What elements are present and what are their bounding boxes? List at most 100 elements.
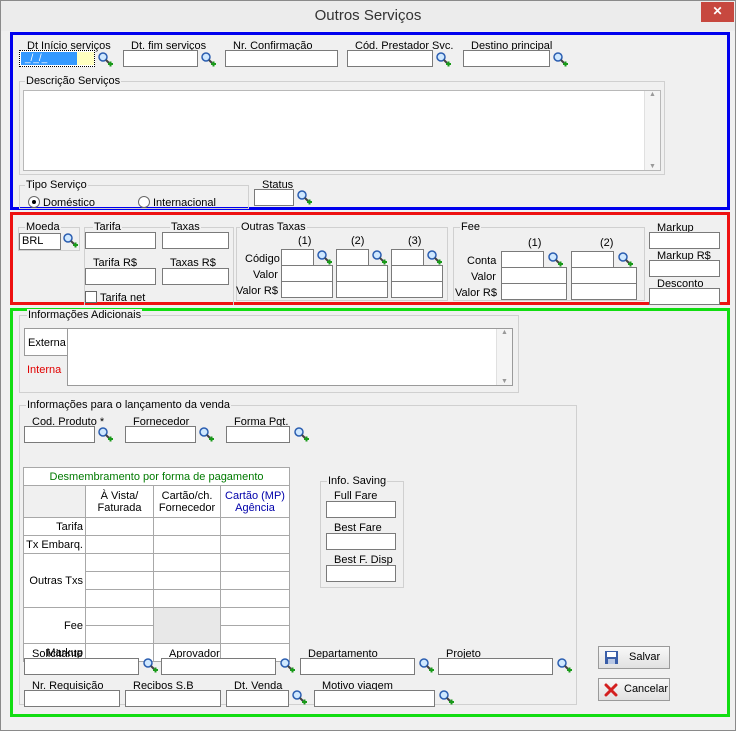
search-add-icon[interactable] bbox=[198, 426, 214, 442]
table-cell[interactable] bbox=[153, 535, 221, 554]
outras-codigo-1-input[interactable] bbox=[281, 249, 314, 266]
search-add-icon[interactable] bbox=[97, 51, 113, 67]
tab-externa[interactable]: Externa bbox=[24, 328, 68, 356]
nr-requisicao-input[interactable] bbox=[24, 690, 120, 707]
tab-interna[interactable]: Interna bbox=[24, 358, 68, 382]
motivo-viagem-input[interactable] bbox=[314, 690, 435, 707]
search-add-icon[interactable] bbox=[293, 426, 309, 442]
fee-valor-1-input[interactable] bbox=[501, 267, 567, 284]
search-add-icon[interactable] bbox=[418, 657, 434, 673]
full-fare-input[interactable] bbox=[326, 501, 396, 518]
outras-valor-rs-3-input[interactable] bbox=[391, 281, 443, 298]
outras-valor-rs-2-input[interactable] bbox=[336, 281, 388, 298]
tarifa-net-checkbox[interactable] bbox=[85, 291, 97, 303]
table-cell[interactable] bbox=[153, 517, 221, 536]
table-cell[interactable] bbox=[220, 535, 290, 554]
desconto-input[interactable] bbox=[649, 288, 720, 305]
fee-valor-2-input[interactable] bbox=[571, 267, 637, 284]
table-cell[interactable] bbox=[85, 607, 154, 626]
info-scrollbar[interactable]: ▲ ▼ bbox=[496, 329, 512, 385]
outras-valor-3-input[interactable] bbox=[391, 265, 443, 282]
search-add-icon[interactable] bbox=[435, 51, 451, 67]
scroll-down-icon[interactable]: ▼ bbox=[645, 163, 660, 170]
search-add-icon[interactable] bbox=[426, 249, 442, 265]
save-button[interactable]: Salvar bbox=[598, 646, 670, 669]
dt-venda-input[interactable] bbox=[226, 690, 289, 707]
taxas-input[interactable] bbox=[162, 232, 229, 249]
dt-fim-input[interactable] bbox=[123, 50, 198, 67]
table-cell[interactable] bbox=[220, 571, 290, 590]
markup-input[interactable] bbox=[649, 232, 720, 249]
fee-valor-rs-1-input[interactable] bbox=[501, 283, 567, 300]
table-cell[interactable] bbox=[85, 517, 154, 536]
cancel-button[interactable]: Cancelar bbox=[598, 678, 670, 701]
search-add-icon[interactable] bbox=[316, 249, 332, 265]
domestico-radio[interactable] bbox=[28, 196, 40, 208]
search-add-icon[interactable] bbox=[97, 426, 113, 442]
outras-valor-2-input[interactable] bbox=[336, 265, 388, 282]
best-fare-input[interactable] bbox=[326, 533, 396, 550]
best-f-disp-input[interactable] bbox=[326, 565, 396, 582]
row-tx-embarq-label: Tx Embarq. bbox=[23, 535, 86, 554]
moeda-input[interactable]: BRL bbox=[19, 233, 61, 250]
table-cell[interactable] bbox=[153, 589, 221, 608]
outras-valor-1-input[interactable] bbox=[281, 265, 333, 282]
search-add-icon[interactable] bbox=[142, 657, 158, 673]
table-cell[interactable] bbox=[220, 589, 290, 608]
table-cell[interactable] bbox=[220, 607, 290, 626]
status-input[interactable] bbox=[254, 189, 294, 206]
info-adicionais-textarea[interactable]: ▲ ▼ bbox=[67, 328, 513, 386]
aprovador-input[interactable] bbox=[161, 658, 276, 675]
recibos-sb-input[interactable] bbox=[125, 690, 221, 707]
search-add-icon[interactable] bbox=[547, 251, 563, 267]
fee-conta-2-input[interactable] bbox=[571, 251, 614, 268]
search-add-icon[interactable] bbox=[371, 249, 387, 265]
table-cell[interactable] bbox=[153, 553, 221, 572]
outras-valor-rs-1-input[interactable] bbox=[281, 281, 333, 298]
forma-pgt-input[interactable] bbox=[226, 426, 290, 443]
search-add-icon[interactable] bbox=[62, 232, 78, 248]
table-cell[interactable] bbox=[85, 553, 154, 572]
destino-input[interactable] bbox=[463, 50, 550, 67]
scroll-down-icon[interactable]: ▼ bbox=[497, 378, 512, 385]
search-add-icon[interactable] bbox=[279, 657, 295, 673]
table-cell[interactable] bbox=[220, 517, 290, 536]
internacional-radio[interactable] bbox=[138, 196, 150, 208]
nr-confirmacao-input[interactable] bbox=[225, 50, 338, 67]
search-add-icon[interactable] bbox=[556, 657, 572, 673]
window: Outros Serviços ✕ Dt Início serviços _/_… bbox=[0, 0, 736, 731]
close-icon[interactable]: ✕ bbox=[701, 2, 734, 22]
search-add-icon[interactable] bbox=[617, 251, 633, 267]
table-cell[interactable] bbox=[220, 553, 290, 572]
table-cell[interactable] bbox=[220, 625, 290, 644]
fornecedor-input[interactable] bbox=[125, 426, 196, 443]
descricao-scrollbar[interactable]: ▲ ▼ bbox=[644, 91, 660, 170]
taxas-rs-input[interactable] bbox=[162, 268, 229, 285]
dt-inicio-input[interactable]: _/_/_ bbox=[19, 50, 95, 67]
search-add-icon[interactable] bbox=[296, 189, 312, 205]
tarifa-input[interactable] bbox=[85, 232, 156, 249]
scroll-up-icon[interactable]: ▲ bbox=[497, 329, 512, 336]
fee-conta-1-input[interactable] bbox=[501, 251, 544, 268]
search-add-icon[interactable] bbox=[291, 689, 307, 705]
cod-prestador-input[interactable] bbox=[347, 50, 433, 67]
tarifa-rs-input[interactable] bbox=[85, 268, 156, 285]
outras-codigo-2-input[interactable] bbox=[336, 249, 369, 266]
outras-codigo-3-input[interactable] bbox=[391, 249, 424, 266]
descricao-textarea[interactable]: ▲ ▼ bbox=[23, 90, 661, 171]
table-cell[interactable] bbox=[85, 589, 154, 608]
table-cell[interactable] bbox=[85, 535, 154, 554]
scroll-up-icon[interactable]: ▲ bbox=[645, 91, 660, 98]
search-add-icon[interactable] bbox=[200, 51, 216, 67]
table-cell[interactable] bbox=[85, 625, 154, 644]
table-cell[interactable] bbox=[153, 571, 221, 590]
table-cell[interactable] bbox=[85, 571, 154, 590]
markup-rs-input[interactable] bbox=[649, 260, 720, 277]
cod-produto-input[interactable] bbox=[24, 426, 95, 443]
projeto-input[interactable] bbox=[438, 658, 553, 675]
fee-valor-rs-2-input[interactable] bbox=[571, 283, 637, 300]
search-add-icon[interactable] bbox=[552, 51, 568, 67]
departamento-input[interactable] bbox=[300, 658, 415, 675]
search-add-icon[interactable] bbox=[438, 689, 454, 705]
solicitante-input[interactable] bbox=[24, 658, 139, 675]
